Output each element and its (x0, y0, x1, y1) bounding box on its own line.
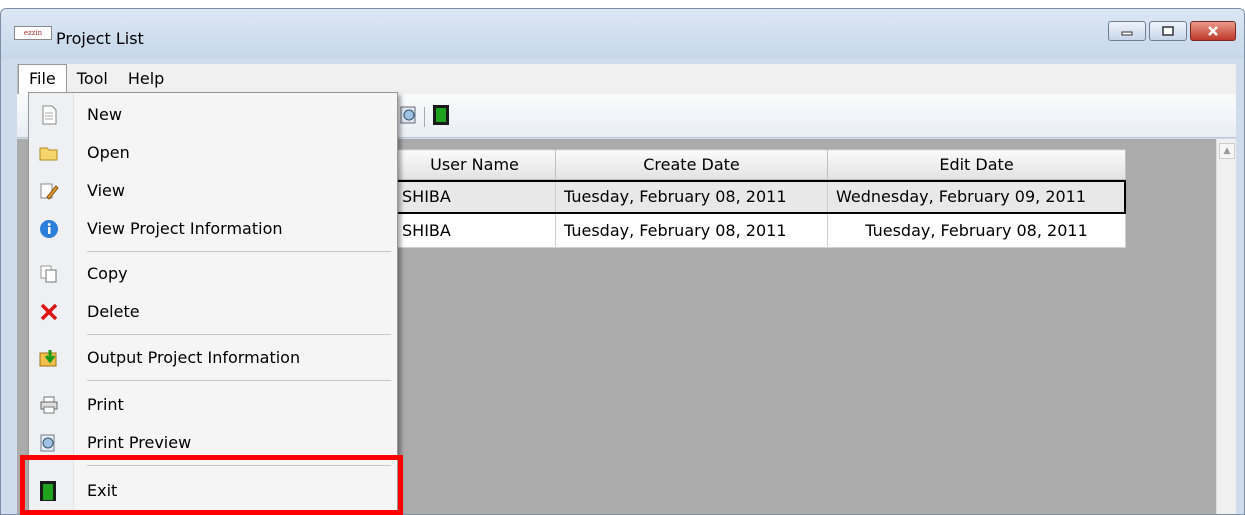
column-header-user-name[interactable]: User Name (393, 149, 556, 180)
maximize-button[interactable] (1149, 21, 1187, 41)
column-header-create-date[interactable]: Create Date (555, 149, 828, 180)
app-icon: ezzin (14, 26, 52, 40)
delete-icon (40, 303, 58, 321)
minimize-button[interactable] (1108, 21, 1146, 41)
file-menu-dropdown: New Open View View Project Information C… (28, 92, 398, 515)
title-bar[interactable]: ezzin Project List (1, 9, 1244, 59)
maximize-icon (1162, 26, 1174, 36)
copy-icon (40, 265, 57, 283)
close-button[interactable] (1190, 21, 1236, 41)
table-row[interactable]: SHIBA Tuesday, February 08, 2011 Tuesday… (393, 213, 1126, 248)
menu-item-view-project-information[interactable]: View Project Information (29, 211, 397, 247)
table-row[interactable]: SHIBA Tuesday, February 08, 2011 Wednesd… (393, 179, 1126, 214)
window-title: Project List (56, 29, 144, 48)
info-icon (40, 220, 58, 238)
pencil-icon (40, 183, 59, 200)
menu-file[interactable]: File (18, 64, 67, 94)
menu-item-new[interactable]: New (29, 97, 397, 133)
menu-bar: File Tool Help (17, 64, 1236, 94)
cell-user-name: SHIBA (393, 213, 556, 248)
document-icon (42, 105, 57, 125)
exit-toolbar-icon[interactable] (432, 104, 450, 126)
menu-help[interactable]: Help (118, 65, 174, 93)
menu-item-view[interactable]: View (29, 173, 397, 209)
menu-item-copy[interactable]: Copy (29, 256, 397, 292)
print-preview-icon (40, 434, 55, 452)
cell-create-date: Tuesday, February 08, 2011 (555, 213, 828, 248)
close-icon (1208, 26, 1218, 36)
cell-user-name: SHIBA (393, 179, 556, 214)
exit-highlight-box (20, 455, 403, 515)
cell-edit-date: Tuesday, February 08, 2011 (827, 213, 1126, 248)
printer-icon (40, 396, 58, 414)
cell-create-date: Tuesday, February 08, 2011 (555, 179, 828, 214)
vertical-scrollbar[interactable]: ▲ (1216, 139, 1236, 514)
menu-item-delete[interactable]: Delete (29, 294, 397, 330)
project-table: User Name Create Date Edit Date SHIBA Tu… (393, 149, 1126, 248)
menu-tool[interactable]: Tool (67, 65, 118, 93)
folder-icon (39, 147, 58, 161)
scroll-up-arrow-icon[interactable]: ▲ (1219, 143, 1235, 159)
menu-item-print[interactable]: Print (29, 387, 397, 423)
menu-item-output-project-information[interactable]: Output Project Information (29, 340, 397, 376)
column-header-edit-date[interactable]: Edit Date (827, 149, 1126, 180)
print-preview-toolbar-icon[interactable] (400, 104, 418, 126)
menu-item-open[interactable]: Open (29, 135, 397, 171)
export-icon (39, 350, 57, 367)
minimize-icon (1121, 31, 1133, 36)
cell-edit-date: Wednesday, February 09, 2011 (827, 179, 1126, 214)
